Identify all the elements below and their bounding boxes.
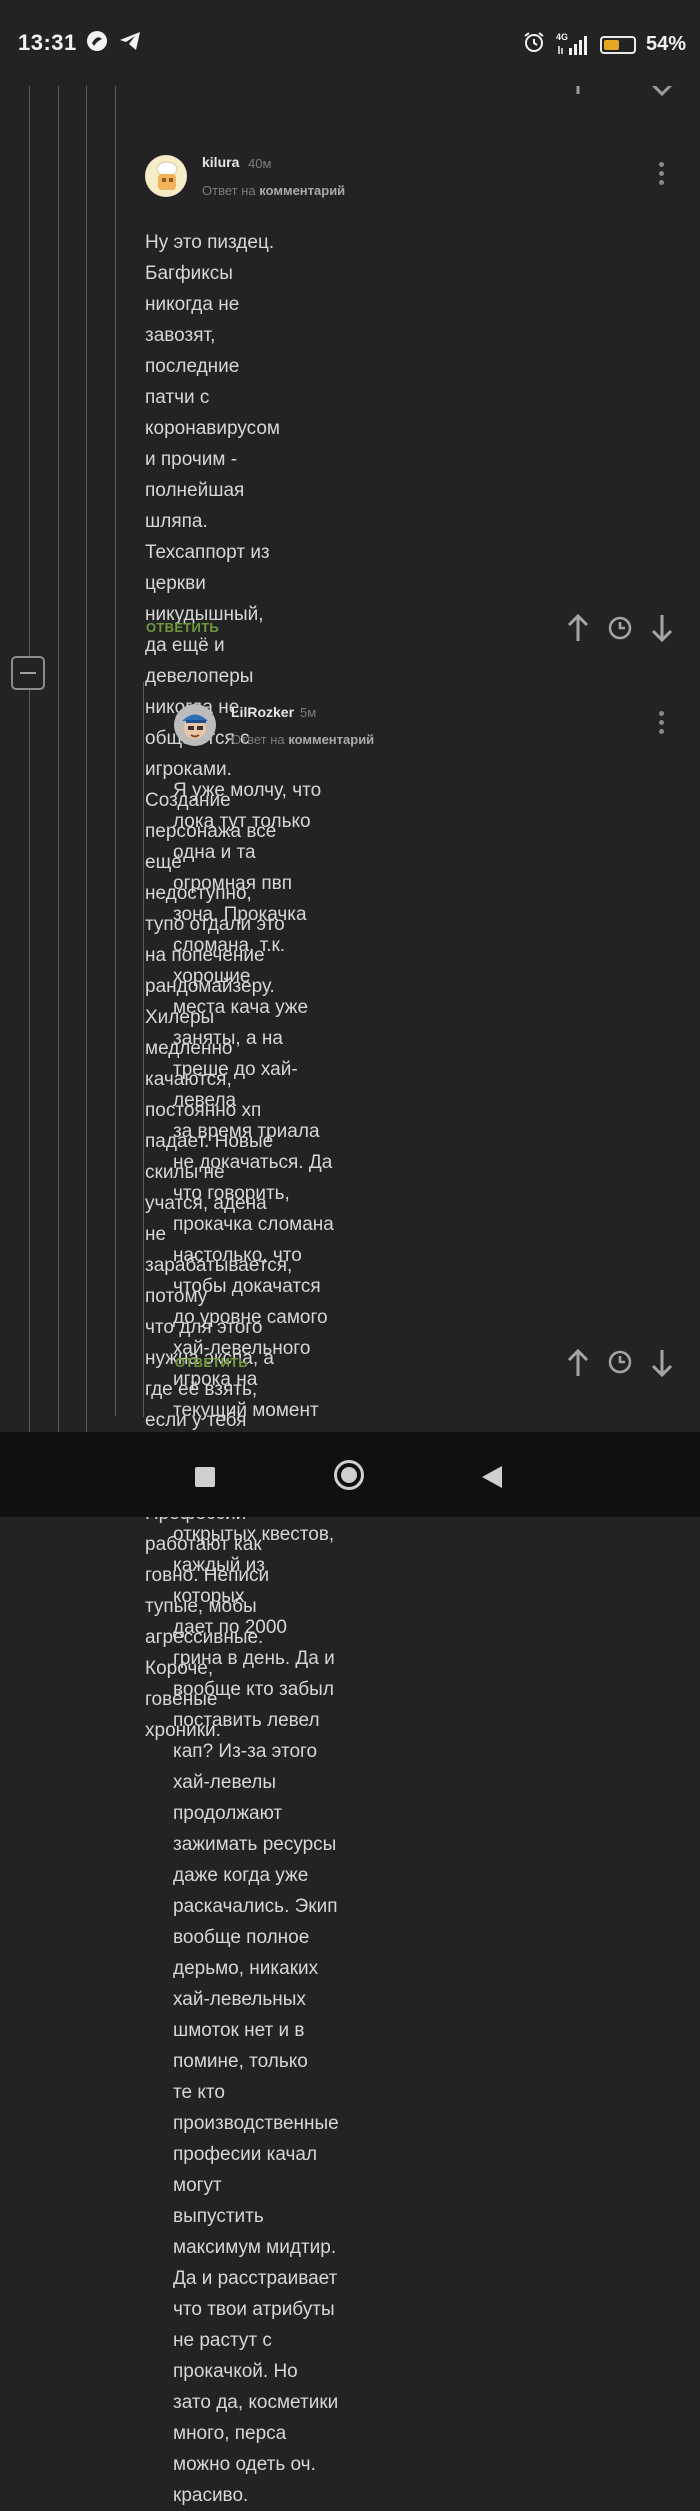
battery-percent: 54% [645,33,686,55]
battery-icon [599,35,636,54]
back-triangle-icon[interactable] [482,1466,502,1488]
comment-body-line: те кто производственные професии качал м… [173,2082,339,2196]
more-menu-icon[interactable] [659,711,665,738]
reply-to: Ответ на комментарий [202,183,345,198]
comment-body: Я уже молчу, что лока тут только одна и … [173,775,339,2511]
comment-body-line: поставить левел кап? Из-за этого хай-лев… [173,1710,320,1793]
recents-square-icon[interactable] [195,1467,215,1487]
comment-body-line: последние патчи с коронавирусом и прочим… [145,356,280,470]
avatar[interactable] [174,704,216,746]
avatar[interactable] [145,155,187,197]
comment-body-line: продолжают зажимать ресурсы даже когда у… [173,1803,337,1886]
comment-body-line: что твои атрибуты не растут с прокачкой.… [173,2299,335,2382]
reply-button[interactable]: ОТВЕТИТЬ [175,1355,248,1370]
home-circle-icon[interactable] [334,1460,364,1490]
thread-line [115,86,116,1416]
alarm-icon [522,30,546,59]
comment-author[interactable]: LilRozker [231,704,294,720]
thread-line [143,682,144,1417]
collapse-thread-button[interactable] [11,656,45,690]
clock-icon[interactable] [608,1350,632,1379]
comment-body-line: огромная пвп зона. Прокачка сломана, т.к… [173,873,307,987]
reply-to: Ответ на комментарий [231,732,374,747]
status-time: 13:31 [18,30,77,55]
comment-body-line: до уровне самого хай-левельного игрока н… [173,1307,328,1390]
upvote-icon[interactable] [566,613,590,648]
clock-icon[interactable] [608,616,632,645]
comment-time: 40м [248,156,272,171]
comment-body-line: дает по 2000 грина в день. Да и вообще к… [173,1617,335,1700]
app-icon [86,30,108,57]
downvote-icon[interactable] [650,1348,674,1383]
thread-line [29,86,30,656]
status-bar: 13:31 4G 54% [0,0,700,86]
comment-body-line: красиво. [173,2485,249,2506]
comment-body-line: зато да, косметики много, перса можно од… [173,2392,339,2475]
telegram-icon [118,30,142,57]
partial-vote-icons [564,86,684,96]
comment-body-line: раскачались. Экип вообще полное дерьмо, … [173,1896,338,1979]
comment-body-line: прокачка сломана настолько, что чтобы до… [173,1214,334,1297]
more-menu-icon[interactable] [659,162,665,189]
reply-button[interactable]: ОТВЕТИТЬ [146,620,219,635]
comment-body-line: хай-левельных шмоток нет и в помине, тол… [173,1989,308,2072]
comment-body-line: выпустить максимум мидтир. Да и расстраи… [173,2206,338,2289]
reply-to-link[interactable]: комментарий [288,732,374,747]
thread-line [86,86,87,1432]
upvote-icon[interactable] [566,1348,590,1383]
comment-body-line: полнейшая шляпа. Техсаппорт из церкви ни… [145,480,270,625]
reply-to-prefix: Ответ на [202,183,256,198]
reply-to-prefix: Ответ на [231,732,285,747]
thread-line [29,690,30,1432]
navigation-bar [0,1432,700,1517]
comment-body-line: Я уже молчу, что лока тут только одна и … [173,780,322,863]
thread-line [58,86,59,1432]
downvote-icon[interactable] [650,613,674,648]
reply-to-link[interactable]: комментарий [259,183,345,198]
comment-author[interactable]: kilura [202,154,239,170]
comment-body-line: места кача уже заняты, а на треше до хай… [173,997,309,1111]
comment-body-line: за время триала не докачаться. Да что го… [173,1121,333,1204]
comment-time: 5м [300,705,317,720]
signal-icon: 4G [556,32,590,56]
comment-body-line: Ну это пиздец. Багфиксы никогда не завоз… [145,232,275,346]
